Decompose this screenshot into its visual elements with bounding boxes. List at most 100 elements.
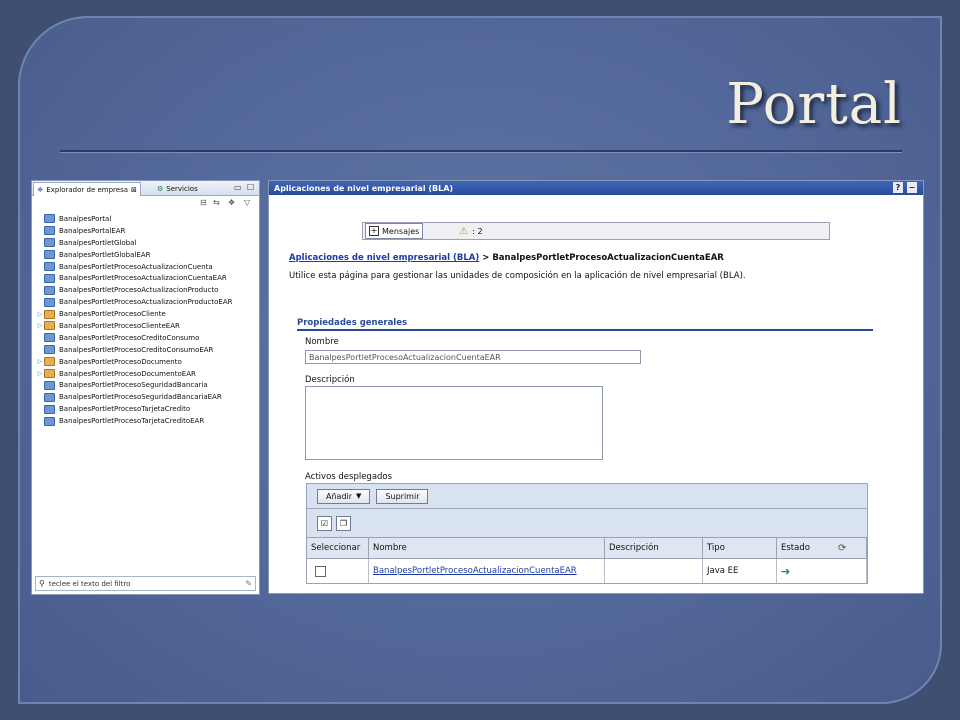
search-icon: ⚲ bbox=[39, 579, 45, 588]
column-header-label: Seleccionar bbox=[311, 543, 361, 553]
tree-item[interactable]: BanalpesPortletProcesoActualizacionProdu… bbox=[36, 284, 255, 296]
tree-item[interactable]: BanalpesPortletProcesoCreditoConsumo bbox=[36, 332, 255, 344]
messages-label: Mensajes bbox=[382, 226, 420, 236]
delete-button[interactable]: Suprimir bbox=[376, 488, 429, 504]
status-running-icon: ➔ bbox=[781, 564, 791, 578]
tab-enterprise-explorer[interactable]: ❖ Explorador de empresa ⊠ bbox=[33, 182, 141, 196]
tree-item-label: BanalpesPortletProcesoCreditoConsumoEAR bbox=[59, 345, 214, 354]
tree-item[interactable]: BanalpesPortletProcesoSeguridadBancariaE… bbox=[36, 391, 255, 403]
project-folder-icon bbox=[44, 380, 55, 390]
column-header-label: Estado bbox=[781, 543, 810, 553]
messages-toggle-button[interactable]: + Mensajes bbox=[365, 223, 424, 239]
tree-item[interactable]: ▷ BanalpesPortletProcesoClienteEAR bbox=[36, 320, 255, 332]
tree-item[interactable]: BanalpesPortletProcesoTarjetaCredito bbox=[36, 403, 255, 415]
tree-item[interactable]: ▷ BanalpesPortletProcesoCliente bbox=[36, 308, 255, 320]
tree-item-label: BanalpesPortal bbox=[59, 214, 112, 223]
chevron-down-icon: ▼ bbox=[356, 492, 362, 500]
tree-item-label: BanalpesPortletProcesoCliente bbox=[59, 310, 166, 319]
help-button[interactable]: ? bbox=[893, 182, 903, 193]
expand-arrow-icon[interactable]: ▷ bbox=[36, 370, 44, 377]
filter-icon[interactable]: ❖ bbox=[228, 198, 235, 207]
filter-input[interactable]: ⚲ teclee el texto del filtro ✎ bbox=[35, 576, 256, 591]
tree-item-label: BanalpesPortletProcesoTarjetaCredito bbox=[59, 405, 191, 414]
column-header: Seleccionar bbox=[307, 538, 369, 559]
expand-icon: + bbox=[369, 226, 379, 236]
tree-item[interactable]: BanalpesPortletProcesoSeguridadBancaria bbox=[36, 379, 255, 391]
expand-arrow-icon[interactable]: ▷ bbox=[36, 311, 44, 318]
expand-arrow-icon[interactable]: ▷ bbox=[36, 358, 44, 365]
refresh-icon[interactable]: ⟳ bbox=[838, 543, 846, 554]
name-label: Nombre bbox=[305, 337, 339, 347]
tree-item[interactable]: ▷ BanalpesPortletProcesoDocumentoEAR bbox=[36, 368, 255, 380]
explorer-icon: ❖ bbox=[37, 185, 44, 194]
project-folder-icon bbox=[44, 238, 55, 248]
tree-item-label: BanalpesPortletProcesoActualizacionProdu… bbox=[59, 286, 219, 295]
collapse-all-icon[interactable]: ⊟ bbox=[200, 198, 207, 207]
project-folder-icon bbox=[44, 214, 55, 224]
tab-label: Explorador de empresa bbox=[46, 185, 129, 194]
project-folder-icon bbox=[44, 309, 55, 319]
status-cell: ➔ bbox=[777, 559, 867, 583]
enterprise-explorer: ❖ Explorador de empresa ⊠ ⚙ Servicios ▭ … bbox=[31, 180, 260, 595]
tree-item-label: BanalpesPortletGlobal bbox=[59, 238, 137, 247]
project-folder-icon bbox=[44, 392, 55, 402]
close-icon[interactable]: ⊠ bbox=[131, 186, 137, 194]
tree-item[interactable]: BanalpesPortletProcesoTarjetaCreditoEAR bbox=[36, 415, 255, 427]
type-cell: Java EE bbox=[703, 559, 777, 583]
project-folder-icon bbox=[44, 345, 55, 355]
column-header-label: Descripción bbox=[609, 543, 659, 553]
bla-panel: Aplicaciones de nivel empresarial (BLA) … bbox=[268, 180, 924, 594]
warning-icon: ⚠ bbox=[459, 225, 469, 237]
minimize-icon[interactable]: − bbox=[907, 182, 917, 193]
deselect-all-icon[interactable]: ❐ bbox=[336, 515, 351, 531]
tree-item-label: BanalpesPortletProcesoDocumento bbox=[59, 357, 182, 366]
add-button[interactable]: Añadir ▼ bbox=[317, 488, 371, 504]
column-header: Estado ⟳ bbox=[777, 538, 867, 559]
tree-item-label: BanalpesPortletProcesoClienteEAR bbox=[59, 321, 180, 330]
project-folder-icon bbox=[44, 321, 55, 331]
selection-toolbar: ☑ ❐ bbox=[307, 509, 867, 538]
maximize-icon[interactable]: ☐ bbox=[247, 183, 254, 192]
tree-item[interactable]: BanalpesPortletGlobalEAR bbox=[36, 249, 255, 261]
tree-item[interactable]: BanalpesPortletProcesoActualizacionCuent… bbox=[36, 261, 255, 273]
tab-services[interactable]: ⚙ Servicios bbox=[154, 182, 201, 195]
tree-item[interactable]: BanalpesPortal bbox=[36, 213, 255, 225]
row-checkbox[interactable] bbox=[315, 565, 326, 577]
project-folder-icon bbox=[44, 404, 55, 414]
view-menu-icon[interactable]: ▽ bbox=[244, 198, 250, 207]
page-description: Utilice esta página para gestionar las u… bbox=[289, 271, 746, 281]
services-icon: ⚙ bbox=[157, 184, 164, 193]
description-label: Descripción bbox=[305, 375, 355, 385]
project-folder-icon bbox=[44, 250, 55, 260]
tree-item[interactable]: BanalpesPortletProcesoActualizacionCuent… bbox=[36, 272, 255, 284]
tree-item-label: BanalpesPortletProcesoActualizacionCuent… bbox=[59, 274, 227, 283]
column-header-label: Tipo bbox=[707, 543, 725, 553]
explorer-tab-bar: ❖ Explorador de empresa ⊠ ⚙ Servicios ▭ … bbox=[32, 181, 259, 196]
link-editor-icon[interactable]: ⇆ bbox=[213, 198, 220, 207]
column-header: Descripción bbox=[605, 538, 703, 559]
tree-item[interactable]: BanalpesPortletGlobal bbox=[36, 237, 255, 249]
expand-arrow-icon[interactable]: ▷ bbox=[36, 322, 44, 329]
minimize-icon[interactable]: ▭ bbox=[234, 183, 242, 192]
breadcrumb-link[interactable]: Aplicaciones de nivel empresarial (BLA) bbox=[289, 253, 479, 263]
project-folder-icon bbox=[44, 273, 55, 283]
clear-filter-icon[interactable]: ✎ bbox=[245, 579, 252, 588]
column-header: Nombre bbox=[369, 538, 605, 559]
asset-link[interactable]: BanalpesPortletProcesoActualizacionCuent… bbox=[373, 566, 577, 576]
tree-item[interactable]: BanalpesPortalEAR bbox=[36, 225, 255, 237]
panel-title: Aplicaciones de nivel empresarial (BLA) bbox=[274, 183, 454, 193]
deployed-assets-label: Activos desplegados bbox=[305, 472, 393, 482]
name-field[interactable]: BanalpesPortletProcesoActualizacionCuent… bbox=[305, 350, 641, 364]
project-folder-icon bbox=[44, 226, 55, 236]
tree-item[interactable]: BanalpesPortletProcesoCreditoConsumoEAR bbox=[36, 344, 255, 356]
tree-item[interactable]: ▷ BanalpesPortletProcesoDocumento bbox=[36, 356, 255, 368]
deployed-assets-table: Añadir ▼ Suprimir ☑ ❐ Seleccionar Nombre D… bbox=[306, 483, 868, 584]
description-textarea[interactable] bbox=[305, 386, 603, 460]
breadcrumb: Aplicaciones de nivel empresarial (BLA) … bbox=[289, 253, 724, 263]
tree-item-label: BanalpesPortletProcesoCreditoConsumo bbox=[59, 333, 200, 342]
tree-item[interactable]: BanalpesPortletProcesoActualizacionProdu… bbox=[36, 296, 255, 308]
select-all-icon[interactable]: ☑ bbox=[317, 515, 332, 531]
section-title: Propiedades generales bbox=[297, 318, 873, 331]
select-cell bbox=[307, 559, 369, 583]
breadcrumb-current: > BanalpesPortletProcesoActualizacionCue… bbox=[482, 253, 724, 263]
